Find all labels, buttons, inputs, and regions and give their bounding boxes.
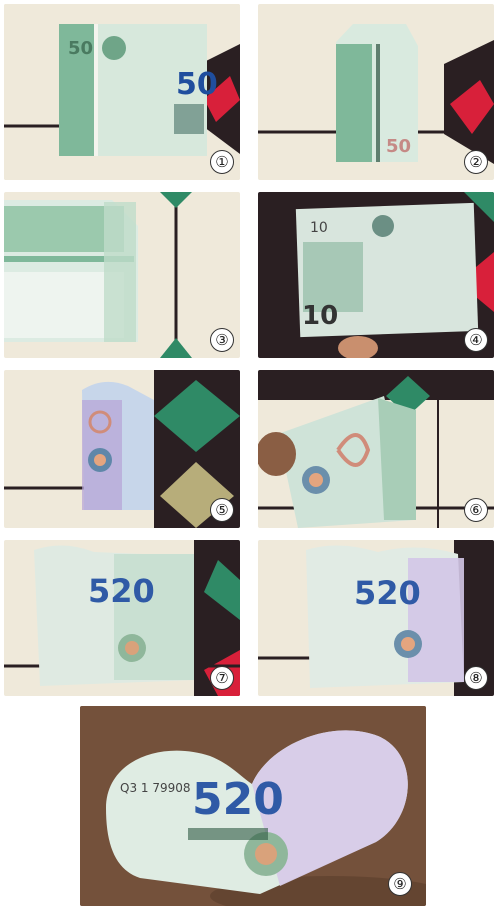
photo-step-2: 50 ② — [258, 4, 494, 180]
step-number-3: ③ — [210, 328, 234, 352]
serial-number: Q3 1 79908 — [120, 781, 191, 795]
photo-step-6: ⑥ — [258, 370, 494, 528]
photo-step-5-image — [4, 370, 240, 528]
step-number-1: ① — [210, 150, 234, 174]
photo-step-2-image: 50 — [258, 4, 494, 180]
photo-step-1: 50 50 ① — [4, 4, 240, 180]
step-number-5: ⑤ — [210, 498, 234, 522]
heart-number: 520 — [192, 774, 284, 825]
step-number-2: ② — [464, 150, 488, 174]
note-value-small: 10 — [310, 220, 328, 236]
photo-step-8: 520 ⑧ — [258, 540, 494, 696]
step-number-9: ⑨ — [388, 872, 412, 896]
photo-step-9-image: Q3 1 79908 520 — [80, 706, 426, 906]
photo-step-5: ⑤ — [4, 370, 240, 528]
photo-step-4: 10 10 ④ — [258, 192, 494, 358]
photo-step-7: 520 ⑦ — [4, 540, 240, 696]
step-number-4: ④ — [464, 328, 488, 352]
heart-number-step7: 520 — [88, 572, 155, 610]
photo-step-1-image: 50 50 — [4, 4, 240, 180]
photo-step-8-image: 520 — [258, 540, 494, 696]
heart-number-step8: 520 — [354, 574, 421, 612]
step-number-7: ⑦ — [210, 666, 234, 690]
note-value-text-2: 50 — [386, 136, 411, 157]
note-value-large-10: 10 — [302, 301, 338, 331]
photo-step-6-image — [258, 370, 494, 528]
note-value-text: 50 — [68, 38, 93, 59]
photo-step-4-image: 10 10 — [258, 192, 494, 358]
photo-step-3: ③ — [4, 192, 240, 358]
photo-step-9: Q3 1 79908 520 ⑨ — [80, 706, 426, 906]
photo-step-7-image: 520 — [4, 540, 240, 696]
note-value-large: 50 — [176, 67, 218, 102]
step-number-8: ⑧ — [464, 666, 488, 690]
step-number-6: ⑥ — [464, 498, 488, 522]
photo-step-3-image — [4, 192, 240, 358]
